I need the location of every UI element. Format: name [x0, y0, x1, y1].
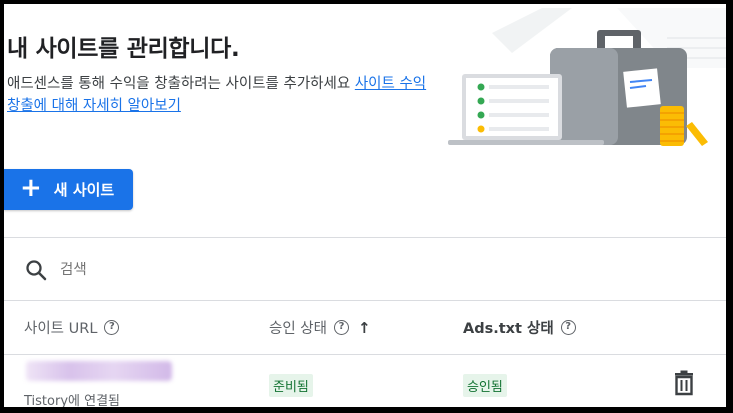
- column-label: 승인 상태: [269, 321, 327, 337]
- column-header-approval-status[interactable]: 승인 상태 ? ↑: [269, 317, 371, 338]
- arrow-up-icon[interactable]: ↑: [358, 319, 371, 337]
- page-subtitle: 애드센스를 통해 수익을 창출하려는 사이트를 추가하세요 사이트 수익 창출에…: [7, 73, 437, 117]
- column-label: Ads.txt 상태: [463, 321, 554, 337]
- search-input[interactable]: [60, 262, 360, 278]
- new-site-label: 새 사이트: [53, 181, 115, 199]
- trash-icon[interactable]: [672, 370, 696, 396]
- new-site-button[interactable]: + 새 사이트: [4, 169, 133, 210]
- help-icon[interactable]: ?: [333, 320, 349, 335]
- divider: [4, 354, 726, 355]
- column-header-site-url[interactable]: 사이트 URL ?: [24, 317, 120, 338]
- help-icon[interactable]: ?: [560, 320, 576, 335]
- app-frame: 내 사이트를 관리합니다. 애드센스를 통해 수익을 창출하려는 사이트를 추가…: [4, 4, 726, 407]
- briefcase-illustration: [448, 8, 726, 146]
- page-title: 내 사이트를 관리합니다.: [7, 36, 240, 62]
- column-label: 사이트 URL: [24, 321, 98, 337]
- connection-status: Tistory에 연결됨: [24, 394, 120, 407]
- site-url-redacted[interactable]: [26, 361, 172, 381]
- divider: [4, 300, 726, 301]
- ads-txt-status-badge: 승인됨: [463, 374, 507, 397]
- approval-status-badge: 준비됨: [269, 374, 313, 397]
- help-icon[interactable]: ?: [104, 320, 120, 335]
- search-bar[interactable]: [24, 255, 360, 285]
- plus-icon: +: [20, 173, 42, 203]
- subtitle-text: 애드센스를 통해 수익을 창출하려는 사이트를 추가하세요: [7, 76, 355, 92]
- divider: [4, 237, 726, 238]
- column-header-ads-txt-status[interactable]: Ads.txt 상태 ?: [463, 317, 576, 338]
- search-icon: [26, 260, 47, 281]
